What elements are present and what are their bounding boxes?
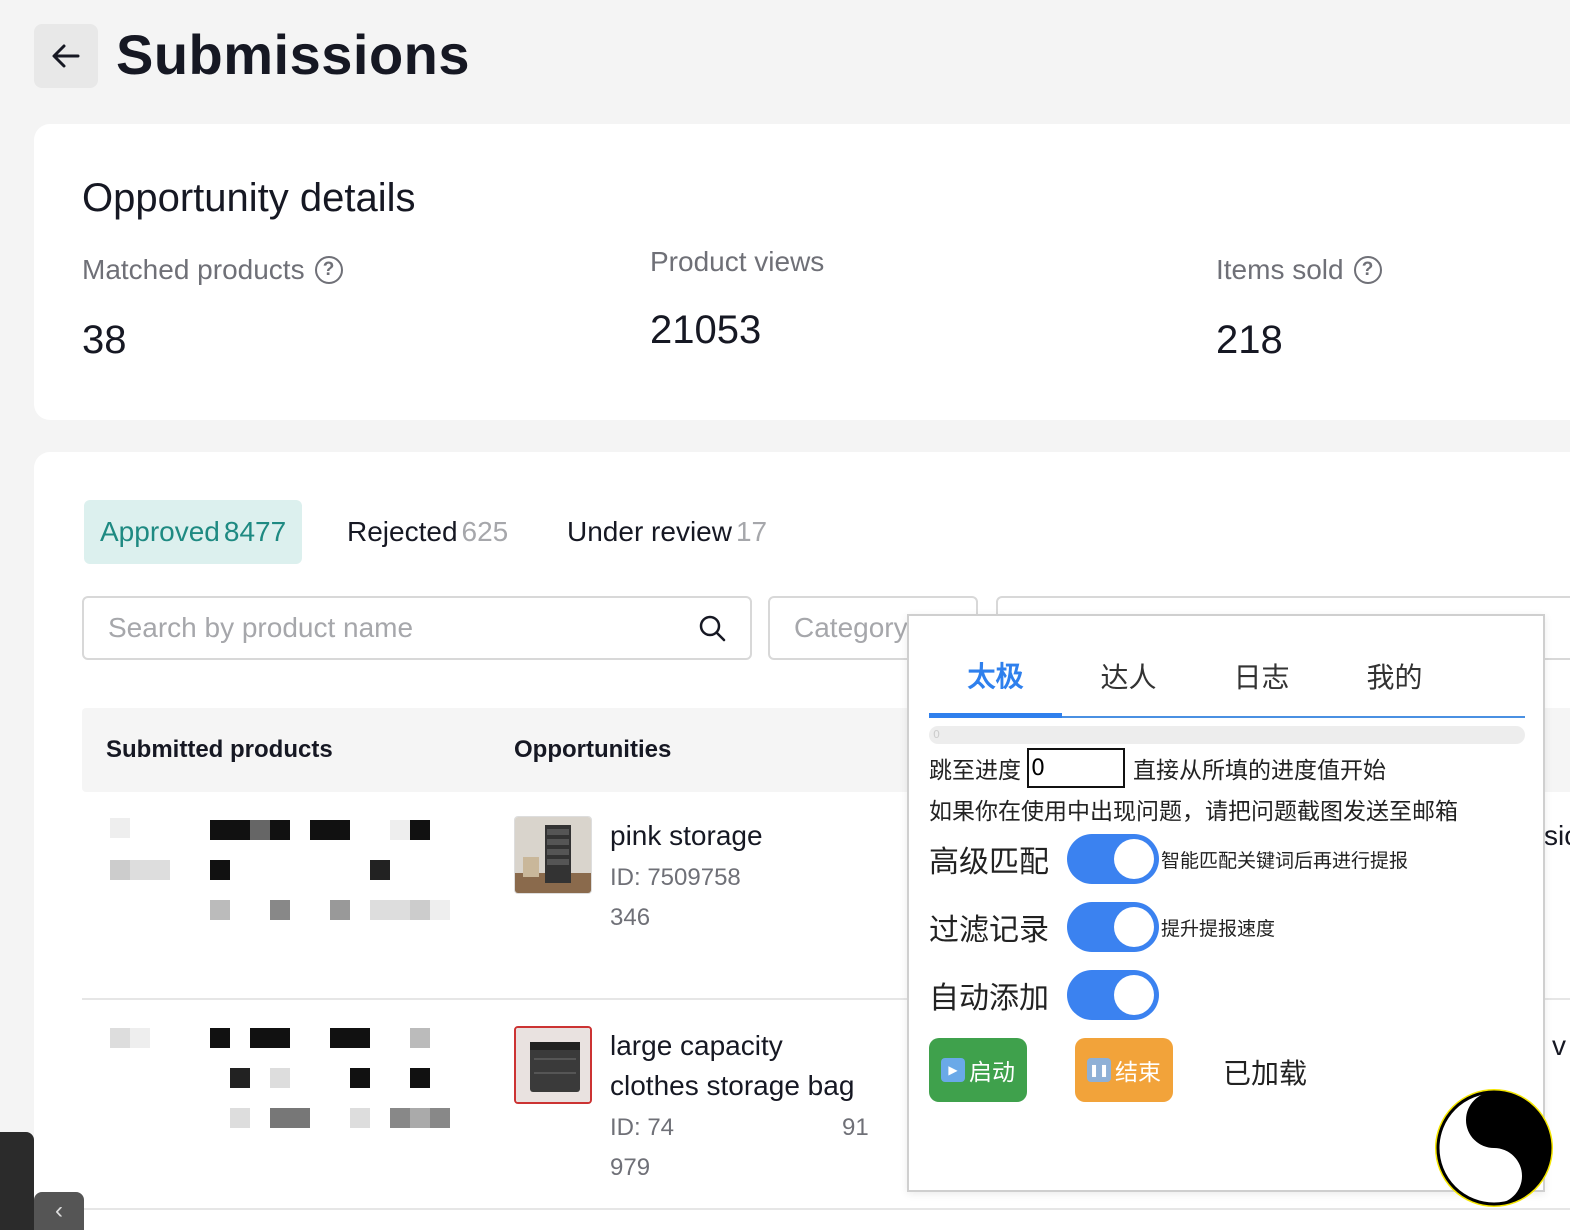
option-desc: 智能匹配关键词后再进行提报 [1161, 849, 1409, 872]
option-label: 高级匹配 [929, 845, 1049, 880]
column-header-submitted-products: Submitted products [106, 736, 333, 763]
metric-matched-products-value: 38 [82, 318, 127, 362]
plugin-tab-log[interactable]: 日志 [1195, 636, 1328, 716]
option-advanced-match: 高级匹配 智能匹配关键词后再进行提报 [929, 834, 1408, 884]
redacted-product-image [110, 818, 455, 953]
tab-approved[interactable]: Approved 8477 [84, 500, 303, 564]
collapse-button[interactable]: ‹ [34, 1192, 84, 1230]
storage-cart-image [515, 817, 591, 893]
side-panel-handle[interactable] [0, 1132, 34, 1230]
jump-progress-input[interactable] [1027, 748, 1125, 788]
opportunity-name[interactable]: pink storage [610, 816, 870, 856]
help-icon[interactable]: ? [314, 256, 343, 284]
help-icon[interactable]: ? [1353, 256, 1382, 284]
help-text: 如果你在使用中出现问题，请把问题截图发送至邮箱 [929, 799, 1458, 825]
start-button[interactable]: ▶ 启动 [929, 1038, 1027, 1102]
opportunity-id-end: 91 [842, 1114, 869, 1141]
back-button[interactable] [34, 24, 98, 88]
jump-hint: 直接从所填的进度值开始 [1133, 758, 1386, 784]
opportunity-id: ID: 7509758 [610, 864, 741, 891]
clipped-text: sic [1544, 820, 1570, 851]
option-label: 自动添加 [929, 981, 1049, 1016]
plugin-tab-taiji[interactable]: 太极 [929, 636, 1062, 718]
plugin-status: 已加载 [1223, 1057, 1308, 1090]
option-desc: 提升提报速度 [1161, 917, 1276, 940]
page-title: Submissions [116, 23, 471, 86]
jump-row: 跳至进度 直接从所填的进度值开始 [929, 748, 1386, 788]
search-input[interactable] [108, 612, 698, 644]
pause-icon: ❚❚ [1087, 1058, 1111, 1082]
search-box [82, 596, 752, 660]
advanced-match-toggle[interactable] [1067, 834, 1159, 884]
auto-add-toggle[interactable] [1067, 970, 1159, 1020]
metric-product-views-value: 21053 [650, 308, 762, 352]
stop-button[interactable]: ❚❚ 结束 [1075, 1038, 1173, 1102]
tab-label: Approved [100, 516, 220, 547]
tab-label: Rejected [347, 516, 458, 547]
opportunity-thumbnail[interactable] [514, 816, 592, 894]
play-icon: ▶ [941, 1058, 965, 1082]
opportunity-id-start: ID: 74 [610, 1114, 675, 1141]
tab-under-review[interactable]: Under review 17 [551, 500, 783, 564]
column-header-opportunities: Opportunities [514, 736, 672, 763]
storage-bag-image [516, 1028, 590, 1102]
option-filter-records: 过滤记录 提升提报速度 [929, 902, 1275, 952]
opportunity-details-card: Opportunity details Matched products ? 3… [34, 124, 1570, 420]
yin-yang-icon[interactable] [1434, 1088, 1554, 1208]
metric-matched-products-label: Matched products ? [82, 254, 343, 286]
plugin-tab-daren[interactable]: 达人 [1062, 636, 1195, 716]
stop-label: 结束 [1115, 1060, 1161, 1086]
toggle-knob [1114, 839, 1154, 879]
details-title: Opportunity details [82, 176, 416, 220]
plugin-tab-mine[interactable]: 我的 [1328, 636, 1461, 716]
opportunity-id-cont: 979 [610, 1154, 651, 1181]
chevron-left-icon: ‹ [55, 1197, 63, 1224]
option-auto-add: 自动添加 [929, 970, 1159, 1020]
progress-bar: 0 [929, 726, 1525, 744]
tab-rejected[interactable]: Rejected 625 [331, 500, 524, 564]
opportunity-id: ID: 74 91 [610, 1114, 869, 1142]
metric-label-text: Items sold [1216, 254, 1344, 285]
search-icon[interactable] [698, 614, 726, 642]
opportunity-id-cont: 346 [610, 904, 651, 931]
start-label: 启动 [969, 1060, 1015, 1086]
tab-count: 17 [735, 516, 768, 547]
toggle-knob [1114, 907, 1154, 947]
jump-label: 跳至进度 [929, 758, 1021, 784]
metric-product-views-label: Product views [650, 246, 824, 278]
metric-items-sold-label: Items sold ? [1216, 254, 1382, 286]
option-label: 过滤记录 [929, 913, 1049, 948]
tab-count: 8477 [223, 516, 287, 547]
metric-label-text: Matched products [82, 254, 305, 285]
filter-records-toggle[interactable] [1067, 902, 1159, 952]
toggle-knob [1114, 975, 1154, 1015]
clipped-text: v [1552, 1030, 1566, 1061]
plugin-tabs: 太极 达人 日志 我的 [929, 636, 1525, 718]
opportunity-thumbnail[interactable] [514, 1026, 592, 1104]
metric-label-text: Product views [650, 246, 825, 277]
opportunity-name[interactable]: large capacity clothes storage bag [610, 1026, 870, 1106]
metric-items-sold-value: 218 [1216, 318, 1283, 362]
tab-label: Under review [567, 516, 732, 547]
redacted-product-image [110, 1028, 455, 1163]
tab-count: 625 [461, 516, 509, 547]
arrow-left-icon [52, 44, 80, 68]
